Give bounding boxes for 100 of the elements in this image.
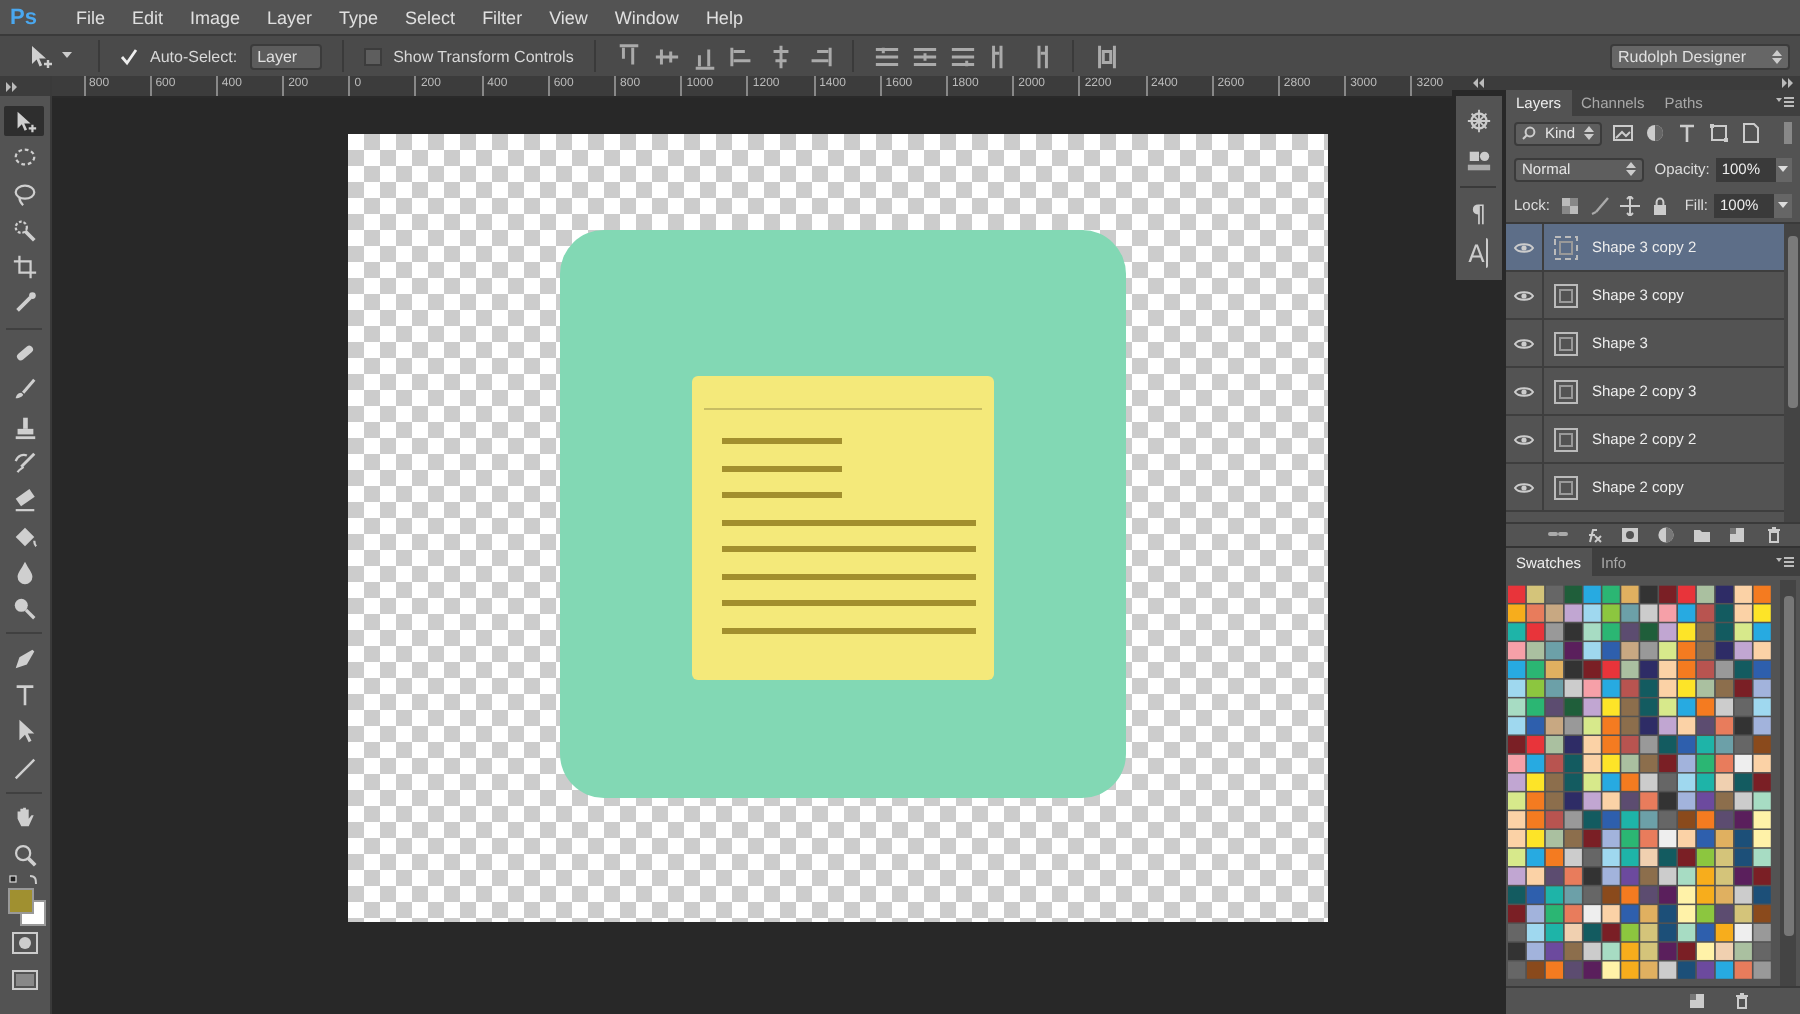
expand-icon[interactable] [6, 81, 18, 91]
shape-thumbnail-icon [1552, 329, 1580, 358]
distribute-bottom-button[interactable] [949, 43, 976, 69]
paint-bucket-tool-icon [11, 523, 38, 550]
eye-icon[interactable] [1514, 385, 1534, 398]
padlock-lock-button[interactable] [1649, 195, 1670, 215]
shape-thumbnail-icon [1552, 473, 1580, 502]
screen-mode-icon [11, 969, 38, 990]
distribute-top-button[interactable] [873, 43, 900, 69]
pixel-filter-icon [1612, 122, 1634, 145]
mask-icon [1620, 526, 1640, 545]
trash-button[interactable] [1764, 526, 1784, 545]
quick-mask-icon [11, 932, 38, 955]
checkerboard-icon [1559, 195, 1580, 215]
menu-item[interactable]: View [549, 5, 588, 29]
caret-down-icon [1778, 202, 1788, 208]
foreground-color-swatch[interactable] [8, 887, 35, 914]
menu-item[interactable]: Image [190, 5, 241, 29]
checkerboard-lock-button[interactable] [1559, 195, 1580, 215]
caret-icon [1626, 162, 1637, 177]
adjustment-filter-button[interactable] [1644, 122, 1666, 145]
align-top-icon [615, 43, 642, 69]
crop-tool-icon [11, 254, 38, 281]
wheel-icon [1465, 108, 1492, 134]
adjustment-button[interactable] [1656, 526, 1676, 545]
align-top-button[interactable] [615, 43, 642, 69]
text-line-shape [721, 438, 842, 444]
transform-controls-label: Show Transform Controls [393, 47, 574, 65]
new-swatch-icon [1688, 992, 1708, 1010]
brush-icon [1589, 195, 1610, 215]
history-brush-tool-icon [11, 449, 38, 476]
type-filter-button[interactable] [1676, 122, 1698, 145]
shape-filter-button[interactable] [1708, 122, 1730, 145]
type-filter-icon [1676, 122, 1698, 145]
padlock-icon [1649, 195, 1670, 215]
folder-button[interactable] [1692, 526, 1712, 545]
character-button[interactable]: A [1468, 238, 1489, 268]
menu-item[interactable]: Help [705, 5, 743, 29]
filter-toggle[interactable] [1784, 122, 1792, 145]
paragraph-button[interactable]: ¶ [1470, 198, 1487, 228]
brush-lock-button[interactable] [1589, 195, 1610, 215]
menu-item[interactable]: Filter [482, 5, 523, 29]
adjustment-icon [1656, 526, 1676, 545]
menu-item[interactable]: Type [339, 5, 379, 29]
swap-colors-icon[interactable] [8, 873, 41, 886]
caret-icon [62, 52, 72, 60]
fx-icon [1584, 526, 1604, 545]
menu-item[interactable]: Select [405, 5, 456, 29]
panel-menu-icon[interactable] [1776, 96, 1794, 109]
scrollbar[interactable] [1784, 224, 1800, 523]
layer-dropdown[interactable]: Layer [249, 43, 322, 69]
pixel-filter-button[interactable] [1612, 122, 1634, 145]
move-arrows-lock-button[interactable] [1619, 195, 1640, 215]
pen-tool-icon [11, 645, 38, 672]
text-line-shape [721, 465, 842, 471]
eye-icon[interactable] [1514, 337, 1534, 350]
quick-select-tool-icon [11, 217, 38, 244]
distribute-middle-button[interactable] [911, 43, 938, 69]
trash-icon [1764, 526, 1784, 545]
marquee-tool-icon [11, 144, 38, 171]
distribute-middle-icon [911, 43, 938, 69]
eye-icon[interactable] [1514, 481, 1534, 494]
mask-button[interactable] [1620, 526, 1640, 545]
adjustment-filter-icon [1644, 122, 1666, 145]
smart-object-filter-icon [1740, 122, 1762, 145]
fill-slider-button[interactable] [1774, 193, 1792, 217]
align-left-button[interactable] [729, 43, 756, 69]
eraser-tool-icon [11, 486, 38, 513]
distribute-horizontal-button[interactable] [1093, 43, 1120, 69]
trash-button[interactable] [1732, 992, 1752, 1010]
shape-thumbnail-icon [1552, 425, 1580, 454]
dodge-tool-icon [11, 596, 38, 623]
eye-icon[interactable] [1514, 433, 1534, 446]
shape-thumbnail-icon [1552, 377, 1580, 406]
new-layer-button[interactable] [1728, 526, 1748, 545]
scrollbar[interactable] [1780, 580, 1796, 986]
auto-select-label: Auto-Select: [150, 47, 238, 65]
eye-icon[interactable] [1514, 289, 1534, 302]
eyedropper-tool-icon [11, 290, 38, 317]
panel-menu-icon[interactable] [1776, 556, 1794, 568]
new-layer-icon [1728, 526, 1748, 545]
shape-thumbnail-icon [1552, 233, 1580, 262]
type-tool-icon [11, 682, 38, 709]
caret-icon [1583, 126, 1594, 141]
menu-item[interactable]: Edit [131, 5, 163, 29]
menu-item[interactable]: File [75, 5, 105, 29]
distribute-top-icon [873, 43, 900, 69]
workspace-dropdown[interactable]: Rudolph Designer [1610, 43, 1790, 69]
menu-item[interactable]: Window [614, 5, 679, 29]
move-tool-button[interactable] [4, 106, 45, 136]
zoom-tool-icon [11, 841, 38, 868]
eye-icon[interactable] [1514, 241, 1534, 254]
shape-filter-icon [1708, 122, 1730, 145]
smart-object-filter-button[interactable] [1740, 122, 1762, 145]
move-arrows-icon [1619, 195, 1640, 215]
checkbox[interactable] [363, 47, 382, 65]
new-swatch-button[interactable] [1688, 992, 1708, 1010]
distribute-bottom-icon [949, 43, 976, 69]
menu-item[interactable]: Layer [267, 5, 313, 29]
fx-button[interactable] [1584, 526, 1604, 545]
